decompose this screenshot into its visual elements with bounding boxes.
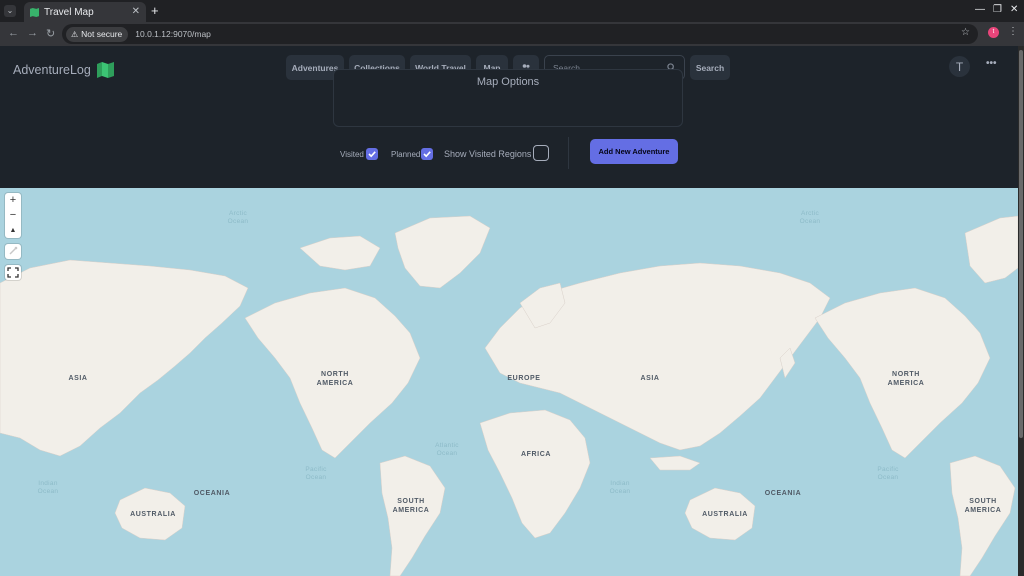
visited-checkbox[interactable] bbox=[366, 148, 378, 160]
land-indonesia bbox=[649, 455, 701, 471]
map-favicon-icon bbox=[30, 7, 39, 17]
visited-label: Visited bbox=[340, 150, 364, 159]
check-icon bbox=[423, 151, 431, 158]
planned-label: Planned bbox=[391, 150, 421, 159]
label-arctic-ocean-left: Arctic Ocean bbox=[227, 210, 249, 225]
options-divider bbox=[568, 137, 569, 169]
security-label: Not secure bbox=[81, 29, 123, 39]
label-oceania-left: OCEANIA bbox=[193, 490, 231, 497]
browser-tab-bar: ⌄ Travel Map ✕ + — ❐ ✕ bbox=[0, 0, 1024, 22]
label-arctic-ocean-right: Arctic Ocean bbox=[799, 210, 821, 225]
url-text: 10.0.1.12:9070/map bbox=[135, 29, 211, 39]
browser-menu-icon[interactable]: ⋮ bbox=[1008, 26, 1018, 37]
warning-icon: ⚠ bbox=[71, 29, 79, 39]
zoom-out-button[interactable]: − bbox=[5, 208, 21, 223]
zoom-in-button[interactable]: + bbox=[5, 193, 21, 208]
check-icon bbox=[368, 151, 376, 158]
label-indian-ocean-left: Indian Ocean bbox=[37, 480, 59, 495]
map-options-panel: Map Options bbox=[333, 69, 683, 127]
label-oceania-right: OCEANIA bbox=[764, 490, 802, 497]
more-menu-icon[interactable]: ••• bbox=[986, 58, 997, 69]
fullscreen-button[interactable] bbox=[5, 265, 21, 280]
land-africa bbox=[479, 409, 591, 539]
label-australia-left: AUSTRALIA bbox=[130, 511, 176, 518]
map-options-title: Map Options bbox=[476, 76, 540, 88]
label-north-america-right: NORTH AMERICA bbox=[887, 371, 925, 387]
label-pacific-ocean-right: Pacific Ocean bbox=[877, 466, 899, 481]
label-south-america-left: SOUTH AMERICA bbox=[392, 498, 430, 514]
map-logo-icon bbox=[96, 62, 114, 78]
brand-name: AdventureLog bbox=[13, 63, 91, 77]
show-regions-toggle[interactable] bbox=[533, 145, 549, 161]
search-button[interactable]: Search bbox=[690, 55, 730, 80]
planned-checkbox[interactable] bbox=[421, 148, 433, 160]
land-asia-left bbox=[0, 259, 249, 457]
land-greenland bbox=[394, 215, 491, 289]
forward-icon[interactable]: → bbox=[27, 27, 38, 39]
bookmark-star-icon[interactable]: ☆ bbox=[961, 27, 970, 38]
tab-search-chevron-icon[interactable]: ⌄ bbox=[4, 5, 16, 17]
land-greenland-right bbox=[964, 215, 1018, 284]
land-arctic-islands-left bbox=[299, 235, 381, 271]
page-scrollbar-thumb[interactable] bbox=[1019, 50, 1023, 438]
new-tab-button[interactable]: + bbox=[151, 3, 159, 18]
label-south-america-right: SOUTH AMERICA bbox=[964, 498, 1002, 514]
geolocate-button[interactable] bbox=[5, 244, 21, 259]
back-icon[interactable]: ← bbox=[8, 27, 19, 39]
browser-profile-avatar[interactable]: t bbox=[988, 27, 999, 38]
browser-tab[interactable]: Travel Map ✕ bbox=[24, 2, 146, 22]
label-indian-ocean-right: Indian Ocean bbox=[609, 480, 631, 495]
label-australia-right: AUSTRALIA bbox=[702, 511, 748, 518]
brand[interactable]: AdventureLog bbox=[13, 62, 114, 78]
show-regions-label: Show Visited Regions bbox=[444, 149, 532, 159]
label-north-america-left: NORTH AMERICA bbox=[316, 371, 354, 387]
window-close-icon[interactable]: ✕ bbox=[1010, 4, 1018, 15]
restore-icon[interactable]: ❐ bbox=[993, 4, 1002, 15]
tab-title: Travel Map bbox=[44, 6, 94, 18]
world-map[interactable]: ASIA NORTH AMERICA EUROPE ASIA NORTH AME… bbox=[0, 188, 1018, 576]
minimize-icon[interactable]: — bbox=[975, 4, 985, 15]
label-atlantic-ocean: Atlantic Ocean bbox=[435, 442, 459, 457]
geolocate-icon bbox=[9, 246, 18, 255]
fullscreen-icon bbox=[7, 267, 19, 278]
land-south-america-right bbox=[949, 455, 1016, 576]
label-africa: AFRICA bbox=[520, 451, 552, 458]
add-new-adventure-button[interactable]: Add New Adventure bbox=[590, 139, 678, 164]
land-south-america-left bbox=[379, 455, 446, 576]
zoom-controls: + − ▲ bbox=[5, 193, 21, 238]
user-avatar[interactable]: T bbox=[949, 56, 970, 77]
address-bar: ← → ↻ ⚠ Not secure 10.0.1.12:9070/map ☆ bbox=[0, 22, 1024, 46]
label-europe: EUROPE bbox=[507, 375, 541, 382]
label-asia-right: ASIA bbox=[640, 375, 660, 382]
compass-icon[interactable]: ▲ bbox=[5, 223, 21, 238]
label-asia-left: ASIA bbox=[68, 375, 88, 382]
label-pacific-ocean-left: Pacific Ocean bbox=[305, 466, 327, 481]
url-field[interactable]: ⚠ Not secure 10.0.1.12:9070/map ☆ bbox=[62, 24, 978, 44]
tab-close-icon[interactable]: ✕ bbox=[132, 6, 140, 17]
reload-icon[interactable]: ↻ bbox=[46, 27, 55, 40]
security-chip[interactable]: ⚠ Not secure bbox=[66, 26, 129, 42]
